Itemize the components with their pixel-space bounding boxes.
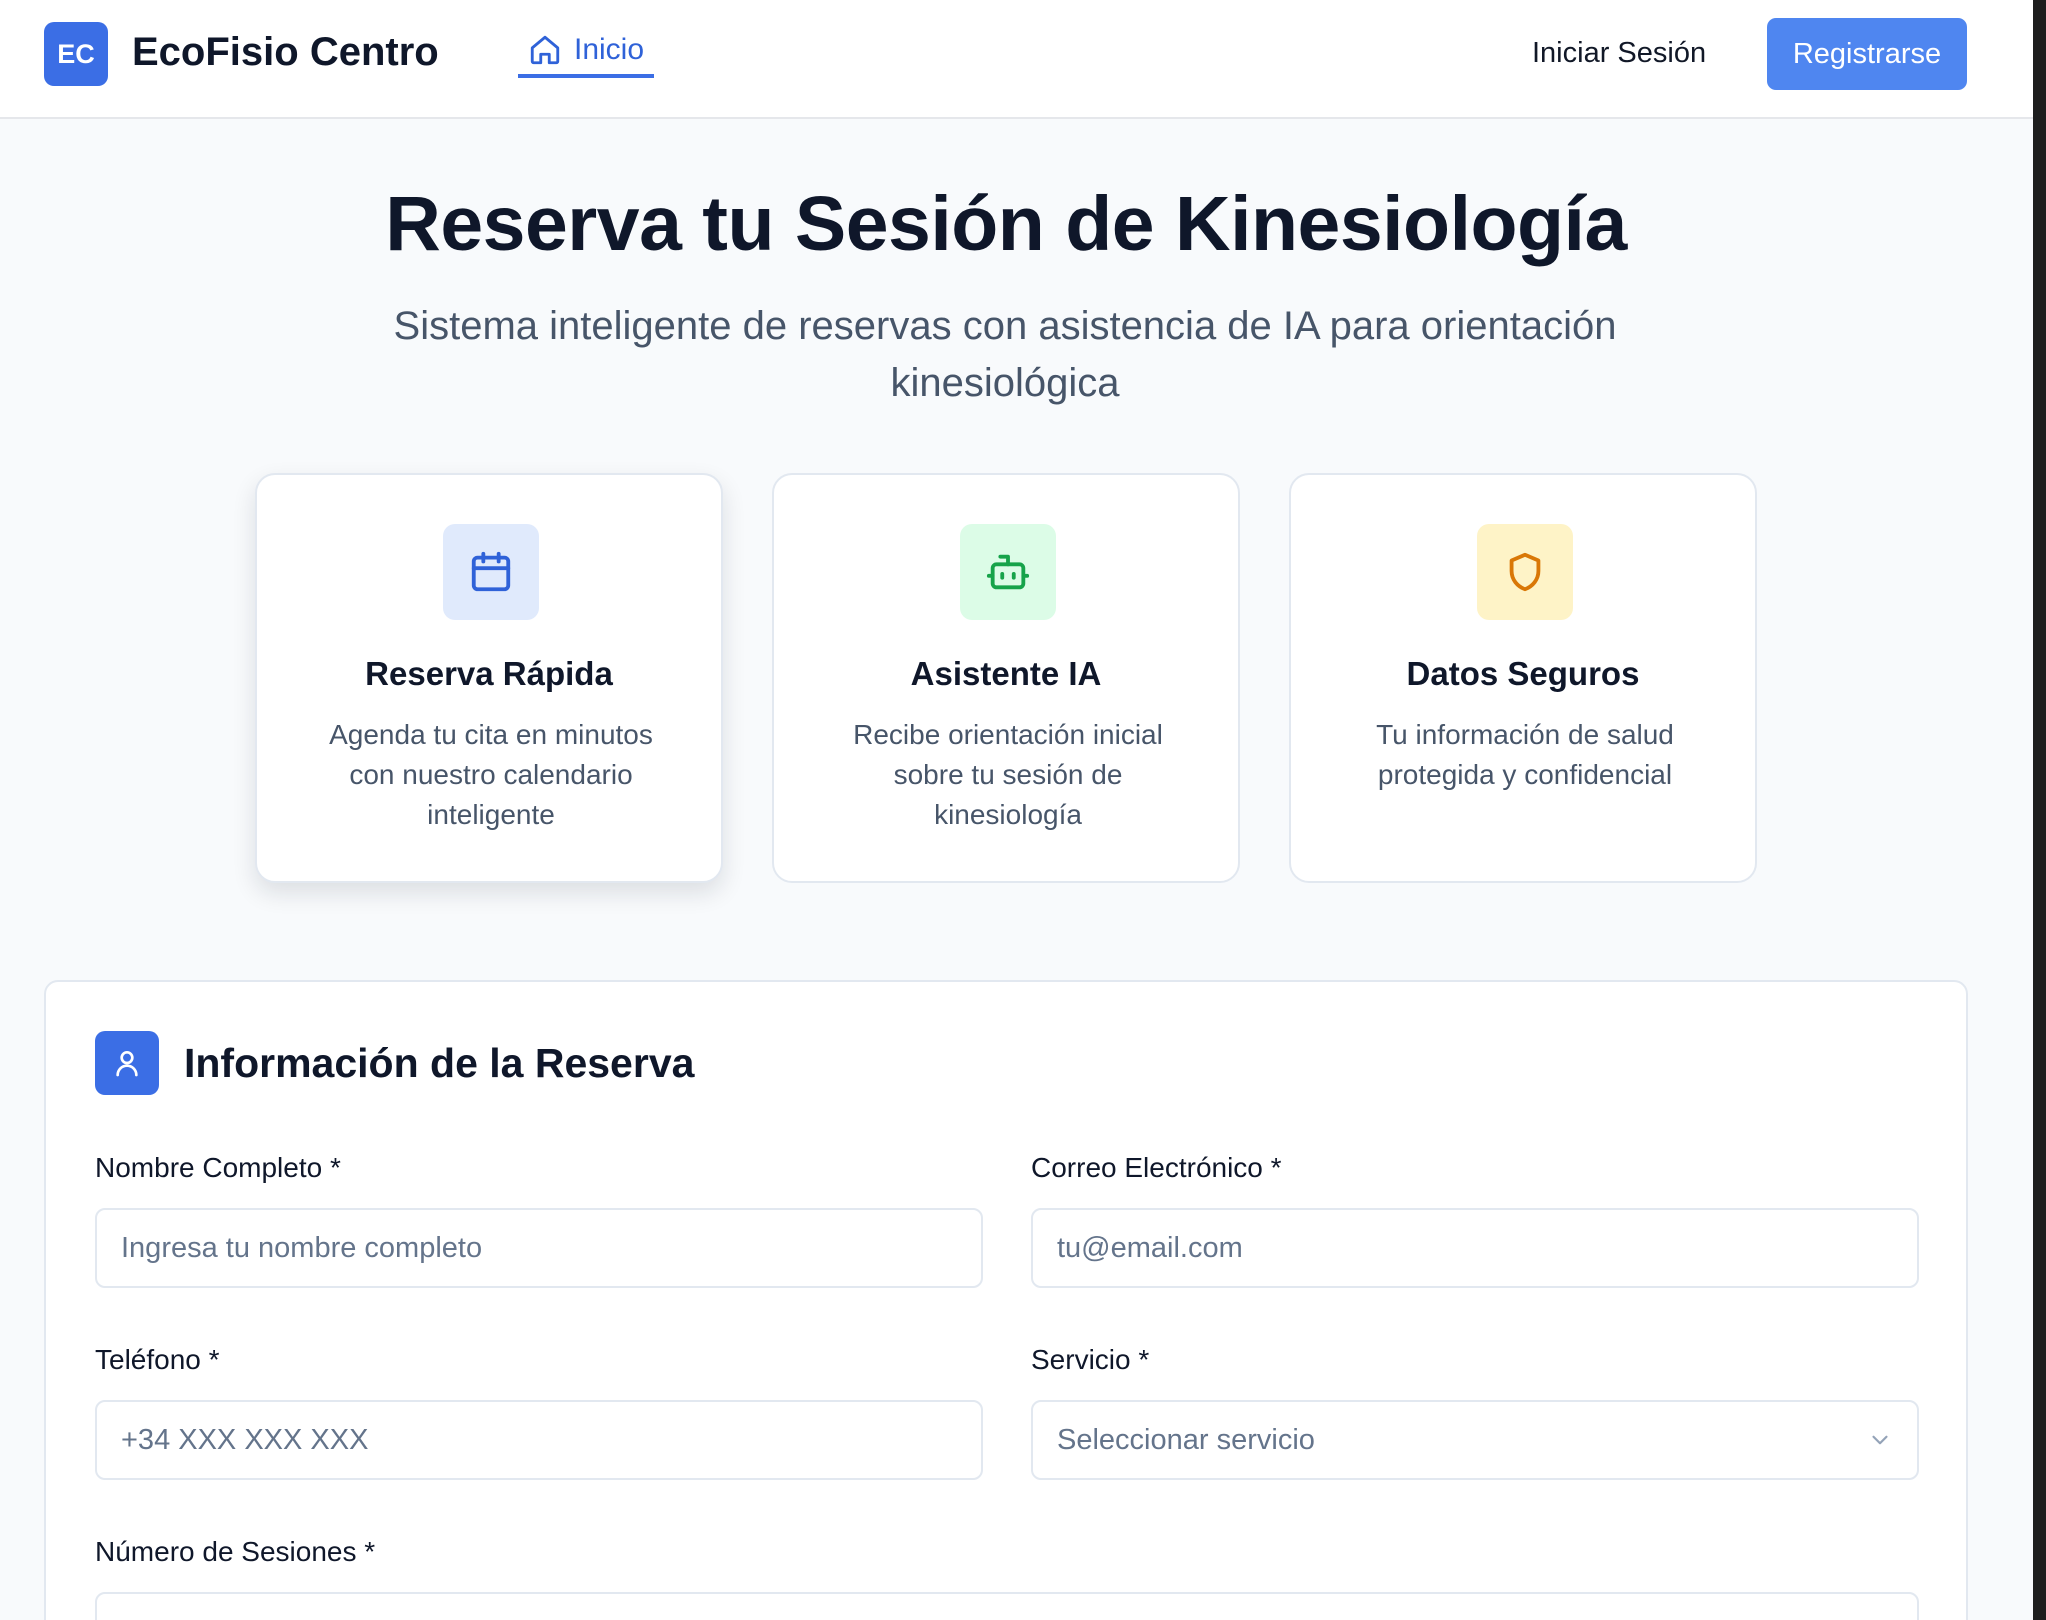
page-title: Reserva tu Sesión de Kinesiología — [385, 181, 1627, 267]
top-navbar: EC EcoFisio Centro Inicio Iniciar Sesión… — [0, 0, 2033, 119]
name-label: Nombre Completo * — [95, 1152, 341, 1183]
nav-home-label: Inicio — [574, 33, 645, 66]
feature-description: Agenda tu cita en minutos con nuestro ca… — [329, 719, 653, 830]
email-input[interactable] — [1031, 1208, 1919, 1288]
feature-title: Datos Seguros — [1406, 655, 1640, 692]
page-subtitle: Sistema inteligente de reservas con asis… — [393, 304, 1617, 405]
feature-card-ai-assistant[interactable]: Asistente IA Recibe orientación inicial … — [772, 473, 1240, 883]
shield-icon — [1477, 524, 1573, 620]
email-label: Correo Electrónico * — [1031, 1152, 1282, 1183]
phone-label: Teléfono * — [95, 1344, 220, 1375]
feature-title: Asistente IA — [910, 655, 1102, 692]
sessions-label: Número de Sesiones * — [95, 1536, 376, 1567]
form-title: Información de la Reserva — [184, 1040, 695, 1086]
booking-form-card: Información de la Reserva Nombre Complet… — [44, 980, 1968, 1620]
home-icon — [530, 35, 560, 65]
service-label: Servicio * — [1031, 1344, 1150, 1375]
feature-title: Reserva Rápida — [365, 655, 613, 692]
feature-card-secure-data[interactable]: Datos Seguros Tu información de salud pr… — [1289, 473, 1757, 883]
bot-icon — [960, 524, 1056, 620]
feature-description: Recibe orientación inicial sobre tu sesi… — [853, 719, 1163, 830]
name-input[interactable] — [95, 1208, 983, 1288]
sessions-input[interactable] — [95, 1592, 1919, 1620]
scrollbar[interactable] — [2033, 0, 2046, 1620]
page: EC EcoFisio Centro Inicio Iniciar Sesión… — [0, 0, 2033, 1620]
service-select[interactable]: Seleccionar servicio — [1031, 1400, 1919, 1480]
nav-home-link[interactable]: Inicio — [518, 26, 654, 78]
brand-name[interactable]: EcoFisio Centro — [132, 30, 439, 75]
calendar-icon — [443, 524, 539, 620]
service-select-value: Seleccionar servicio — [1057, 1423, 1315, 1456]
feature-description: Tu información de salud protegida y conf… — [1376, 719, 1674, 790]
logo-badge[interactable]: EC — [44, 22, 108, 86]
feature-card-quick-booking[interactable]: Reserva Rápida Agenda tu cita en minutos… — [255, 473, 723, 883]
register-button[interactable]: Registrarse — [1767, 18, 1967, 90]
phone-input[interactable] — [95, 1400, 983, 1480]
chevron-down-icon — [1872, 1435, 1888, 1445]
user-icon — [95, 1031, 159, 1095]
login-link[interactable]: Iniciar Sesión — [1532, 37, 1706, 70]
